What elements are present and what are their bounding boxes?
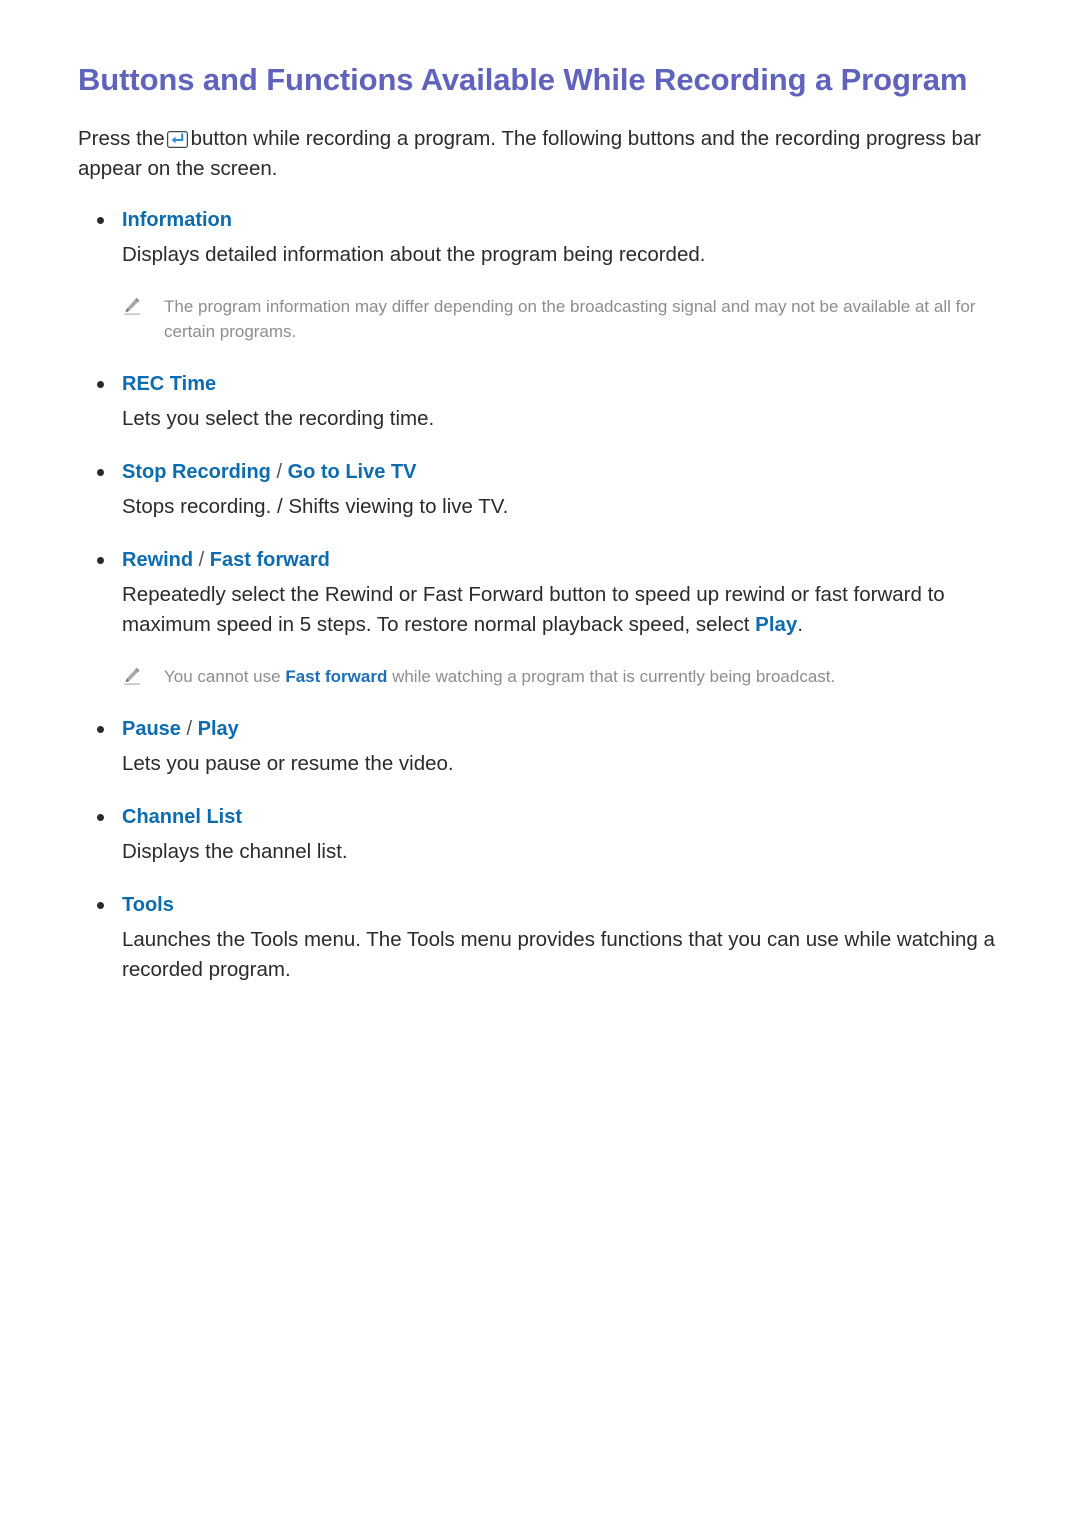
note-text-start: You cannot use: [164, 666, 286, 686]
desc-keyword-play: Play: [755, 612, 798, 636]
section-label-information: Information: [122, 208, 232, 231]
enter-button-icon: [166, 130, 188, 148]
section-description-information: Displays detailed information about the …: [122, 242, 706, 266]
label-separator: /: [180, 717, 198, 740]
bullet-dot-icon: [97, 468, 104, 476]
page-title: Buttons and Functions Available While Re…: [78, 62, 968, 97]
section-heading-pause-play: Pause / Play: [78, 715, 1000, 743]
section-label-channel-list: Channel List: [122, 805, 243, 828]
section-description-rec-time: Lets you select the recording time.: [122, 406, 435, 430]
note-fast-forward: You cannot use Fast forward while watchi…: [78, 664, 1000, 689]
note-keyword-fast-forward: Fast forward: [285, 666, 388, 686]
pencil-icon: [122, 296, 142, 316]
note-text-information: The program information may differ depen…: [164, 296, 976, 341]
bullet-dot-icon: [97, 380, 104, 388]
section-label-pause-play: Pause / Play: [122, 717, 239, 740]
section-heading-tools: Tools: [78, 891, 1000, 919]
intro-text-before: Press the: [78, 126, 165, 150]
pencil-icon: [122, 666, 142, 686]
section-label-stop-recording: Stop Recording / Go to Live TV: [122, 460, 417, 483]
label-separator: /: [193, 548, 210, 571]
section-label-rewind-fast-forward: Rewind / Fast forward: [122, 548, 330, 571]
section-heading-information: Information: [78, 206, 1000, 234]
note-information: The program information may differ depen…: [78, 294, 1000, 344]
bullet-dot-icon: [97, 813, 104, 821]
section-heading-stop-recording: Stop Recording / Go to Live TV: [78, 458, 1000, 486]
label-separator: /: [270, 460, 288, 483]
section-heading-channel-list: Channel List: [78, 803, 1000, 831]
section-heading-rec-time: REC Time: [78, 370, 1000, 398]
section-description-channel-list: Displays the channel list.: [122, 839, 348, 863]
section-heading-rewind-fast-forward: Rewind / Fast forward: [78, 546, 1000, 574]
page-content: Buttons and Functions Available While Re…: [78, 62, 1000, 1009]
section-description-rewind-fast-forward: Repeatedly select the Rewind or Fast For…: [78, 580, 998, 640]
intro-text-after: button while recording a program. The fo…: [78, 126, 982, 180]
bullet-dot-icon: [97, 901, 104, 909]
section-label-tools: Tools: [122, 893, 174, 916]
bullet-dot-icon: [97, 216, 104, 224]
desc-text-part: Repeatedly select the Rewind or Fast For…: [122, 582, 945, 636]
document-page: Buttons and Functions Available While Re…: [0, 0, 1080, 1527]
section-label-rec-time: REC Time: [122, 372, 217, 395]
note-text-end: while watching a program that is current…: [387, 666, 836, 686]
section-description-tools: Launches the Tools menu. The Tools menu …: [122, 927, 995, 981]
bullet-dot-icon: [97, 556, 104, 564]
intro-paragraph: Press the button while recording a progr…: [78, 124, 998, 184]
section-description-stop-recording: Stops recording. / Shifts viewing to liv…: [122, 494, 509, 518]
section-description-pause-play: Lets you pause or resume the video.: [122, 751, 454, 775]
desc-text-end: .: [797, 612, 804, 636]
bullet-dot-icon: [97, 725, 104, 733]
